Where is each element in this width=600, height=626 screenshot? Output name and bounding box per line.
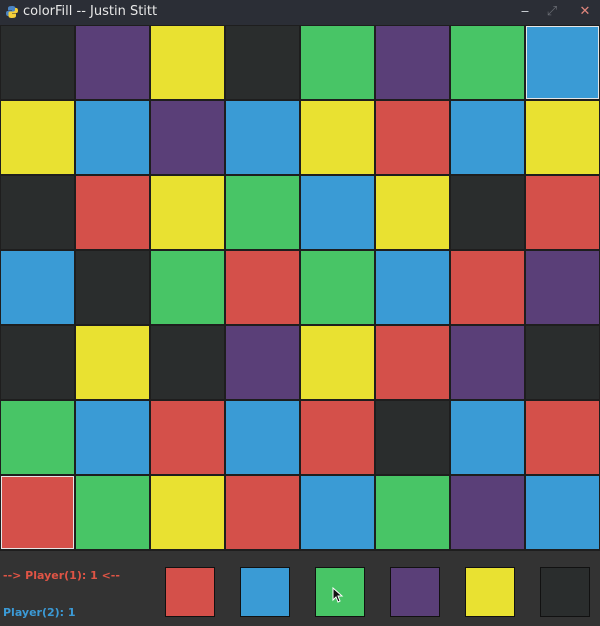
maximize-button[interactable]: ⤢ [542, 3, 562, 21]
board-cell [451, 251, 524, 324]
color-button-purple[interactable] [390, 567, 440, 617]
board-cell [1, 251, 74, 324]
board-cell [226, 401, 299, 474]
control-panel: --> Player(1): 1 <-- Player(2): 1 [0, 551, 600, 626]
board-cell [451, 176, 524, 249]
board-cell [376, 176, 449, 249]
board-cell [151, 101, 224, 174]
window-title: colorFill -- Justin Stitt [23, 4, 158, 19]
minimize-button[interactable]: ‒ [515, 3, 535, 21]
board-cell [376, 251, 449, 324]
board-cell [151, 176, 224, 249]
board-cell [376, 326, 449, 399]
board-cell [526, 101, 599, 174]
board-cell [451, 26, 524, 99]
game-board [0, 25, 600, 551]
board-cell [226, 326, 299, 399]
color-button-green[interactable] [315, 567, 365, 617]
close-button[interactable]: ✕ [575, 3, 595, 21]
board-cell [376, 401, 449, 474]
board-cell [376, 101, 449, 174]
board-cell [1, 26, 74, 99]
board-cell [76, 326, 149, 399]
player2-score: Player(2): 1 [3, 606, 76, 619]
board-cell [151, 251, 224, 324]
board-cell [526, 476, 599, 549]
board-cell [76, 101, 149, 174]
board-cell [301, 476, 374, 549]
board-cell [526, 326, 599, 399]
board-cell [451, 476, 524, 549]
board-cell [76, 476, 149, 549]
board-cell [226, 176, 299, 249]
board-cell [526, 251, 599, 324]
board-cell [76, 176, 149, 249]
board-cell [76, 251, 149, 324]
board-cell [226, 476, 299, 549]
board-cell [1, 176, 74, 249]
board-cell [301, 401, 374, 474]
board-cell [1, 476, 74, 549]
python-icon [6, 6, 18, 18]
board-cell [301, 26, 374, 99]
board-cell [301, 176, 374, 249]
board-cell [451, 401, 524, 474]
board-cell [1, 101, 74, 174]
board-cell [226, 101, 299, 174]
board-cell [151, 26, 224, 99]
board-cell [76, 401, 149, 474]
board-cell [76, 26, 149, 99]
board-cell [526, 26, 599, 99]
board-cell [1, 326, 74, 399]
title-bar: colorFill -- Justin Stitt ‒ ⤢ ✕ [0, 0, 600, 25]
board-cell [301, 326, 374, 399]
board-cell [226, 251, 299, 324]
board-cell [151, 401, 224, 474]
board-cell [451, 101, 524, 174]
color-button-blue[interactable] [240, 567, 290, 617]
board-cell [301, 251, 374, 324]
board-cell [451, 326, 524, 399]
board-cell [376, 26, 449, 99]
board-cell [1, 401, 74, 474]
board-cell [301, 101, 374, 174]
board-cell [151, 476, 224, 549]
board-cell [526, 176, 599, 249]
board-cell [151, 326, 224, 399]
color-button-yellow[interactable] [465, 567, 515, 617]
board-cell [226, 26, 299, 99]
board-cell [376, 476, 449, 549]
color-button-red[interactable] [165, 567, 215, 617]
board-cell [526, 401, 599, 474]
color-button-black[interactable] [540, 567, 590, 617]
player1-score: --> Player(1): 1 <-- [3, 569, 120, 582]
